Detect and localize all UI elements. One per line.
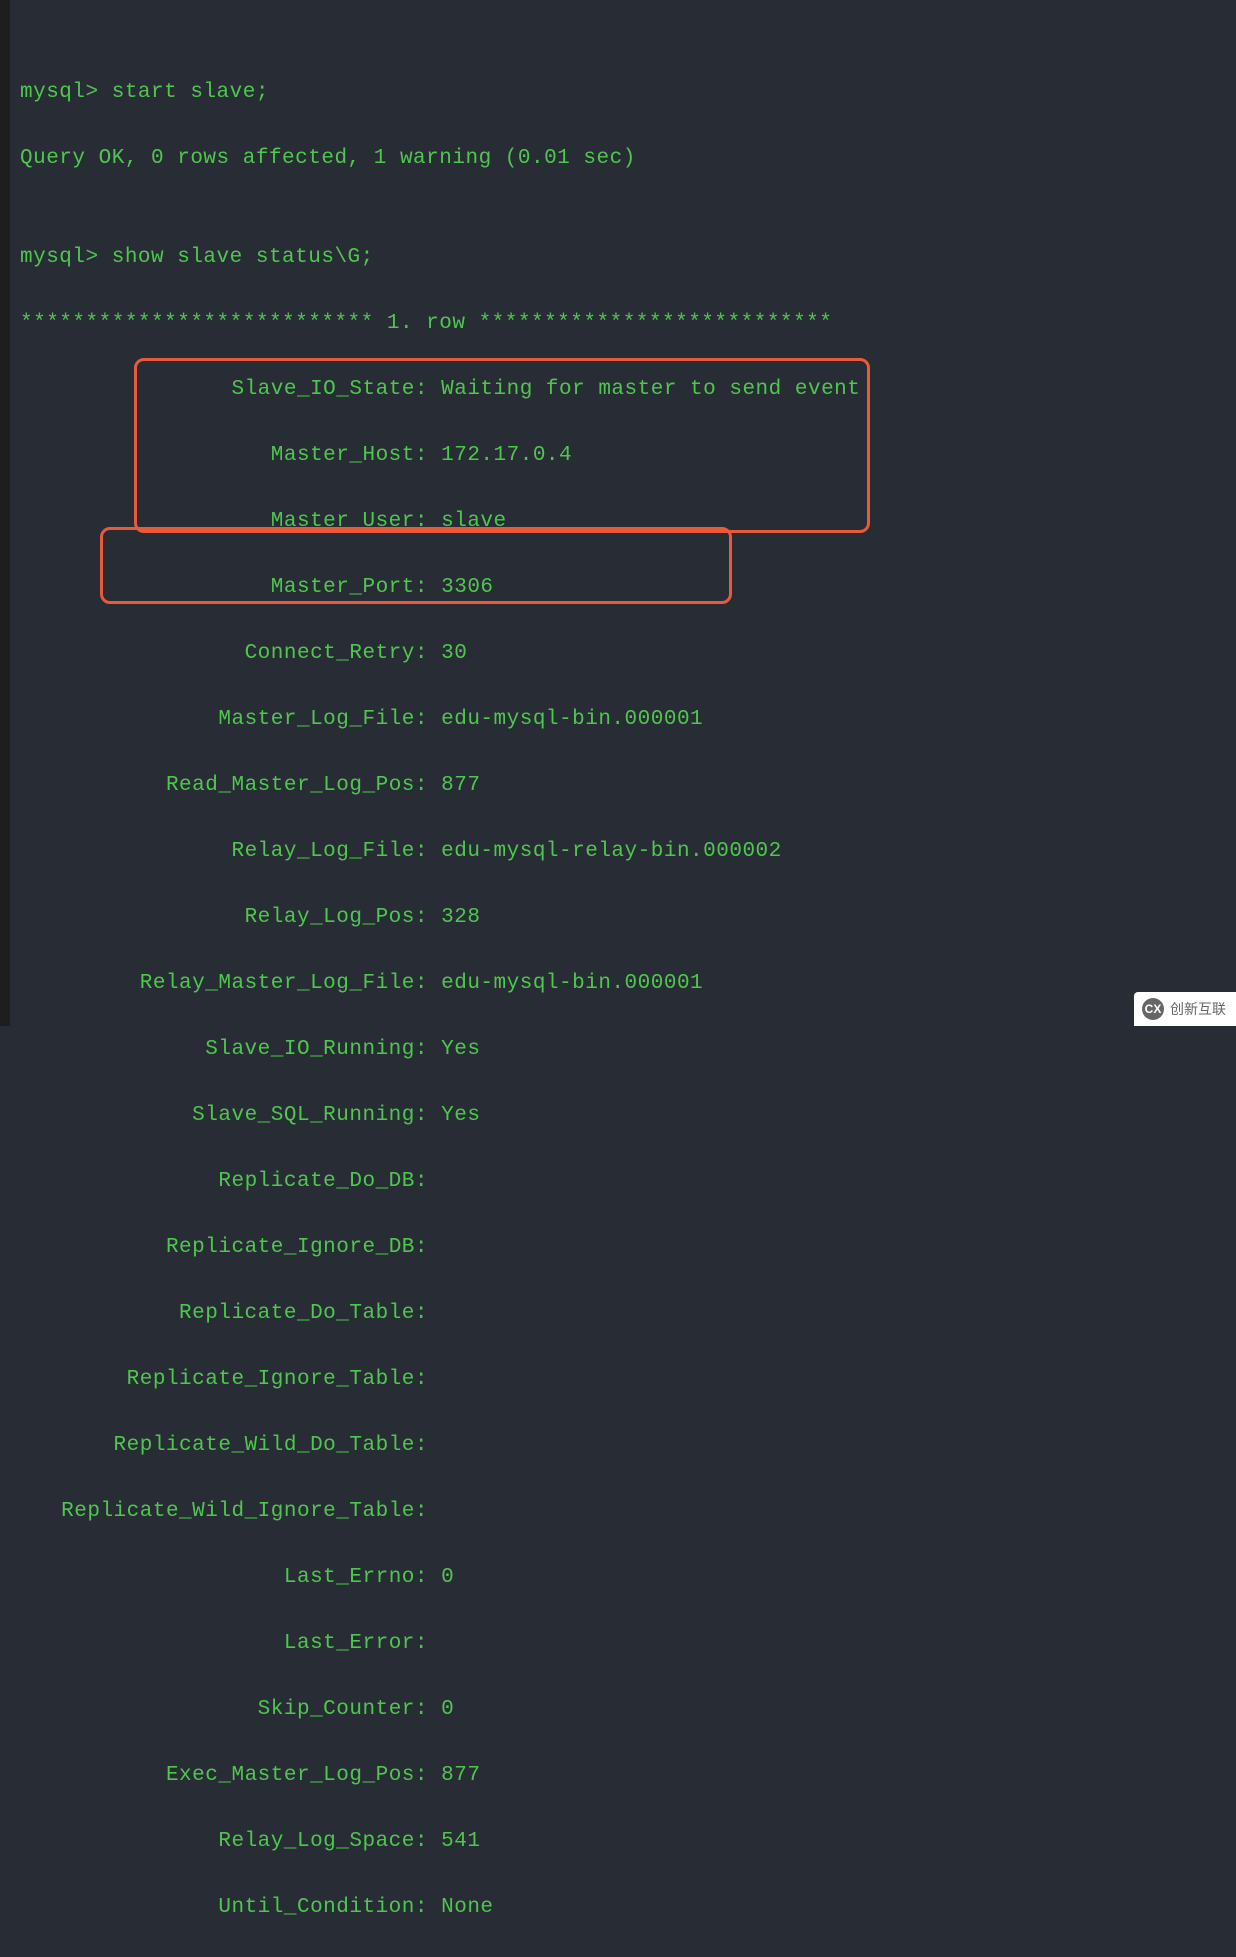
field-label: Exec_Master_Log_Pos: — [20, 1759, 428, 1792]
status-row: Relay_Log_Pos: 328 — [20, 901, 1226, 934]
field-label: Until_Condition: — [20, 1891, 428, 1924]
status-row: Slave_IO_Running: Yes — [20, 1033, 1226, 1066]
field-value: Waiting for master to send event — [441, 378, 860, 401]
field-label: Replicate_Ignore_Table: — [20, 1363, 428, 1396]
status-row: Master_User: slave — [20, 505, 1226, 538]
field-label: Master_Log_File: — [20, 703, 428, 736]
command-show-slave-status: mysql> show slave status\G; — [20, 241, 1226, 274]
field-value: 3306 — [441, 576, 493, 599]
field-label: Relay_Log_Pos: — [20, 901, 428, 934]
field-label: Read_Master_Log_Pos: — [20, 769, 428, 802]
field-label: Replicate_Do_Table: — [20, 1297, 428, 1330]
field-value: 0 — [441, 1566, 454, 1589]
field-label: Relay_Log_File: — [20, 835, 428, 868]
field-label: Last_Errno: — [20, 1561, 428, 1594]
status-row: Replicate_Wild_Do_Table: — [20, 1429, 1226, 1462]
field-label: Replicate_Ignore_DB: — [20, 1231, 428, 1264]
field-value: edu-mysql-bin.000001 — [441, 708, 703, 731]
watermark-text: 创新互联 — [1170, 999, 1226, 1019]
field-label: Master_Host: — [20, 439, 428, 472]
status-row: Replicate_Ignore_Table: — [20, 1363, 1226, 1396]
field-value: None — [441, 1896, 493, 1919]
row-header: *************************** 1. row *****… — [20, 307, 1226, 340]
editor-gutter — [0, 0, 10, 1026]
status-row: Skip_Counter: 0 — [20, 1693, 1226, 1726]
field-label: Connect_Retry: — [20, 637, 428, 670]
status-row: Slave_IO_State: Waiting for master to se… — [20, 373, 1226, 406]
field-value: 877 — [441, 774, 480, 797]
status-row: Read_Master_Log_Pos: 877 — [20, 769, 1226, 802]
field-value: 877 — [441, 1764, 480, 1787]
field-label: Master_Port: — [20, 571, 428, 604]
field-label: Skip_Counter: — [20, 1693, 428, 1726]
field-value: 328 — [441, 906, 480, 929]
terminal-output[interactable]: mysql> start slave; Query OK, 0 rows aff… — [10, 0, 1236, 1957]
field-label: Slave_IO_State: — [20, 373, 428, 406]
watermark: CX 创新互联 — [1134, 992, 1236, 1026]
status-row: Master_Host: 172.17.0.4 — [20, 439, 1226, 472]
status-row: Relay_Log_Space: 541 — [20, 1825, 1226, 1858]
status-row: Relay_Log_File: edu-mysql-relay-bin.0000… — [20, 835, 1226, 868]
field-value: Yes — [441, 1038, 480, 1061]
status-row: Replicate_Ignore_DB: — [20, 1231, 1226, 1264]
field-label: Slave_SQL_Running: — [20, 1099, 428, 1132]
status-row: Replicate_Do_Table: — [20, 1297, 1226, 1330]
field-value: 172.17.0.4 — [441, 444, 572, 467]
field-label: Replicate_Wild_Ignore_Table: — [20, 1495, 428, 1528]
field-value: Yes — [441, 1104, 480, 1127]
status-row: Replicate_Do_DB: — [20, 1165, 1226, 1198]
field-label: Relay_Log_Space: — [20, 1825, 428, 1858]
status-row: Connect_Retry: 30 — [20, 637, 1226, 670]
status-row: Slave_SQL_Running: Yes — [20, 1099, 1226, 1132]
field-value: 30 — [441, 642, 467, 665]
command-start-slave: mysql> start slave; — [20, 76, 1226, 109]
field-label: Last_Error: — [20, 1627, 428, 1660]
status-row: Replicate_Wild_Ignore_Table: — [20, 1495, 1226, 1528]
status-row: Relay_Master_Log_File: edu-mysql-bin.000… — [20, 967, 1226, 1000]
watermark-logo-icon: CX — [1142, 998, 1164, 1020]
field-label: Slave_IO_Running: — [20, 1033, 428, 1066]
field-value: slave — [441, 510, 507, 533]
field-label: Replicate_Wild_Do_Table: — [20, 1429, 428, 1462]
status-row: Last_Errno: 0 — [20, 1561, 1226, 1594]
field-value: 541 — [441, 1830, 480, 1853]
field-value: 0 — [441, 1698, 454, 1721]
field-value: edu-mysql-relay-bin.000002 — [441, 840, 782, 863]
status-row: Master_Port: 3306 — [20, 571, 1226, 604]
field-label: Replicate_Do_DB: — [20, 1165, 428, 1198]
field-label: Master_User: — [20, 505, 428, 538]
field-value: edu-mysql-bin.000001 — [441, 972, 703, 995]
status-row: Master_Log_File: edu-mysql-bin.000001 — [20, 703, 1226, 736]
field-label: Relay_Master_Log_File: — [20, 967, 428, 1000]
status-row: Exec_Master_Log_Pos: 877 — [20, 1759, 1226, 1792]
status-row: Until_Condition: None — [20, 1891, 1226, 1924]
query-result: Query OK, 0 rows affected, 1 warning (0.… — [20, 142, 1226, 175]
status-row: Last_Error: — [20, 1627, 1226, 1660]
